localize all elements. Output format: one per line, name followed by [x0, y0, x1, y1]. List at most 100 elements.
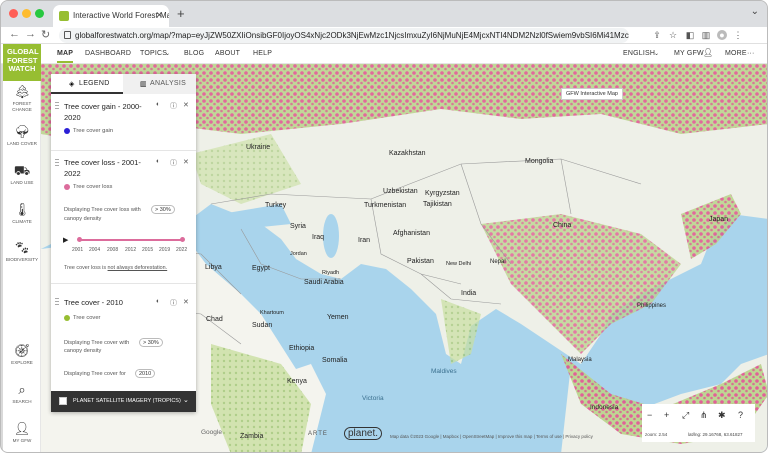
zoom-level: zoom: 2.54 — [645, 432, 668, 437]
close-icon[interactable]: ✕ — [183, 101, 189, 109]
browser-window: Interactive World Forest Map & ✕ + ⌄ ← →… — [0, 0, 768, 453]
opacity-icon[interactable]: ◐ — [156, 158, 160, 165]
label-japan: Japan — [709, 216, 729, 223]
info-icon[interactable]: ⓘ — [170, 298, 177, 308]
threshold-select[interactable]: > 30% — [139, 338, 163, 347]
close-tab-icon[interactable]: ✕ — [155, 10, 163, 21]
play-icon[interactable]: ▶ — [63, 236, 68, 244]
share-icon[interactable]: ⋔ — [700, 410, 708, 421]
map-attribution[interactable]: Map data ©2023 Google | Mapbox | OpenStr… — [390, 434, 593, 439]
chevron-down-icon[interactable]: ⌄ — [183, 396, 189, 404]
rail-climate[interactable]: 🌡︎ CLIMATE — [3, 203, 41, 225]
nav-topics[interactable]: TOPICS — [140, 50, 167, 57]
close-window-icon[interactable] — [9, 9, 18, 18]
nav-dashboard[interactable]: DASHBOARD — [85, 50, 131, 57]
close-icon[interactable]: ✕ — [183, 158, 189, 166]
caspian-sea — [323, 214, 339, 258]
label-turkmenistan: Turkmenistan — [364, 202, 407, 209]
rail-label: CLIMATE — [12, 219, 32, 224]
more-menu[interactable]: MORE — [725, 50, 747, 57]
url-text: globalforestwatch.org/map/?map=eyJjZW50Z… — [75, 31, 629, 40]
drag-handle-icon[interactable] — [55, 102, 59, 111]
share-icon[interactable]: ⇪ — [652, 30, 662, 40]
info-icon[interactable]: ⓘ — [170, 101, 177, 111]
nav-help[interactable]: HELP — [253, 50, 272, 57]
favicon-icon — [59, 11, 69, 21]
planet-imagery-bar[interactable]: PLANET SATELLITE IMAGERY (TROPICS) ⌄ — [51, 391, 196, 412]
compass-icon: 🧭︎ — [13, 343, 31, 358]
year-tick: 2019 — [159, 247, 171, 253]
rail-explore[interactable]: 🧭︎ EXPLORE — [3, 344, 41, 366]
rail-land-use[interactable]: ⛟ LAND USE — [3, 164, 41, 186]
map-tooltip: GFW Interactive Map — [561, 88, 623, 100]
label-chad: Chad — [206, 316, 223, 323]
help-icon[interactable]: ? — [738, 410, 743, 420]
year-select[interactable]: 2010 — [135, 369, 156, 378]
zoom-in-icon[interactable]: + — [664, 410, 669, 420]
opacity-icon[interactable]: ◐ — [156, 101, 160, 108]
nav-blog[interactable]: BLOG — [184, 50, 204, 57]
gfw-logo[interactable]: GLOBAL FOREST WATCH — [3, 44, 41, 81]
info-icon[interactable]: ⓘ — [170, 158, 177, 168]
drag-handle-icon[interactable] — [55, 298, 59, 307]
user-icon[interactable]: 👤︎ — [703, 48, 713, 57]
url-field[interactable]: globalforestwatch.org/map/?map=eyJjZW50Z… — [59, 28, 629, 43]
planet-checkbox[interactable] — [59, 397, 67, 405]
browser-tab[interactable]: Interactive World Forest Map & ✕ — [53, 5, 169, 27]
rail-search[interactable]: ⌕ SEARCH — [3, 383, 41, 405]
drag-handle-icon[interactable] — [55, 159, 59, 168]
truck-icon: ⛟ — [13, 163, 31, 178]
label-egypt: Egypt — [252, 265, 270, 272]
close-icon[interactable]: ✕ — [183, 298, 189, 306]
tab-analysis-label: ANALYSIS — [150, 80, 187, 87]
my-gfw-link[interactable]: MY GFW — [674, 50, 704, 57]
bookmark-star-icon[interactable]: ☆ — [668, 30, 678, 40]
timeline-track[interactable] — [78, 239, 182, 241]
logo-text: GLOBAL FOREST WATCH — [7, 47, 39, 73]
tree-check-icon: 🌳︎ — [13, 124, 31, 139]
label-mongolia: Mongolia — [525, 158, 554, 165]
label-new-delhi: New Delhi — [446, 261, 472, 267]
minimize-window-icon[interactable] — [22, 9, 31, 18]
sidebar-icon[interactable]: ▥ — [701, 30, 711, 40]
nav-map[interactable]: MAP — [57, 50, 74, 63]
density-text: canopy density — [64, 348, 102, 354]
ellipsis-icon[interactable]: ··· — [747, 50, 755, 57]
browser-menu-icon[interactable]: ⋮ — [733, 30, 743, 40]
layer-title: Tree cover loss - 2001-2022 — [64, 158, 141, 178]
reload-icon[interactable]: ↻ — [41, 28, 50, 41]
rail-label: EXPLORE — [11, 360, 33, 365]
tab-list-chevron-icon[interactable]: ⌄ — [751, 6, 759, 17]
site-header: MAP DASHBOARD TOPICS ⌄ BLOG ABOUT HELP E… — [1, 44, 767, 64]
threshold-select[interactable]: > 30% — [151, 205, 175, 214]
fullscreen-icon[interactable]: ⤢ — [682, 410, 689, 421]
google-logo: Google — [201, 429, 222, 436]
zoom-out-icon[interactable]: − — [647, 410, 652, 420]
label-philippines: Philippines — [637, 303, 667, 309]
forward-arrow-icon[interactable]: → — [25, 28, 36, 40]
planet-label: PLANET SATELLITE IMAGERY (TROPICS) — [73, 398, 181, 404]
rail-my-gfw[interactable]: 👤︎ MY GFW — [3, 422, 41, 444]
new-tab-icon[interactable]: + — [177, 6, 185, 21]
rail-forest-change[interactable]: 🌲︎ FOREST CHANGE — [3, 85, 41, 112]
deforestation-link[interactable]: not always deforestation. — [108, 265, 168, 271]
legend-swatch — [64, 128, 70, 134]
chevron-down-icon: ⌄ — [654, 51, 660, 57]
rail-land-cover[interactable]: 🌳︎ LAND COVER — [3, 125, 41, 147]
extensions-icon[interactable]: ◧ — [685, 30, 695, 40]
back-arrow-icon[interactable]: ← — [9, 28, 20, 40]
display-text: Displaying Tree cover loss with — [64, 207, 141, 213]
opacity-icon[interactable]: ◐ — [156, 298, 160, 305]
thermometer-icon: 🌡︎ — [13, 202, 31, 217]
settings-gear-icon[interactable]: ✱ — [718, 410, 726, 421]
timeline-end-handle[interactable] — [180, 237, 185, 242]
rail-biodiversity[interactable]: 🐾︎ BIODIVERSITY — [3, 241, 41, 263]
label-riyadh: Riyadh — [322, 270, 340, 276]
label-kyrgyzstan: Kyrgyzstan — [425, 190, 460, 197]
nav-about[interactable]: ABOUT — [215, 50, 240, 57]
timeline-start-handle[interactable] — [77, 237, 82, 242]
language-selector[interactable]: ENGLISH — [623, 50, 655, 57]
chart-icon: ▥ — [140, 81, 147, 88]
maximize-window-icon[interactable] — [35, 9, 44, 18]
profile-avatar-icon[interactable]: ● — [717, 30, 727, 40]
